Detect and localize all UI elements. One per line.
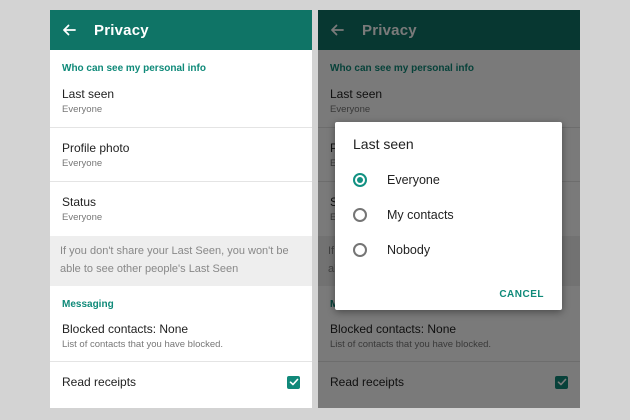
setting-row-read-receipts[interactable]: Read receipts xyxy=(50,362,312,402)
setting-label: Blocked contacts: None xyxy=(62,321,189,336)
setting-label: Profile photo xyxy=(62,140,130,155)
setting-row-blocked-contacts[interactable]: Blocked contacts: None List of contacts … xyxy=(50,310,312,362)
setting-value: Everyone xyxy=(62,212,103,223)
radio-option-everyone[interactable]: Everyone xyxy=(353,162,544,197)
radio-label: My contacts xyxy=(387,207,454,222)
page-title: Privacy xyxy=(94,21,149,39)
setting-row-last-seen[interactable]: Last seen Everyone xyxy=(50,74,312,128)
cancel-button[interactable]: CANCEL xyxy=(499,285,544,304)
read-receipts-checkbox[interactable] xyxy=(287,375,300,389)
setting-description: List of contacts that you have blocked. xyxy=(62,338,224,350)
privacy-screen-left: Privacy Who can see my personal info Las… xyxy=(50,10,312,408)
last-seen-dialog: Last seen Everyone My contacts Nobody CA… xyxy=(335,122,562,310)
radio-option-nobody[interactable]: Nobody xyxy=(353,232,544,267)
radio-button[interactable] xyxy=(353,207,367,222)
arrow-left-icon[interactable] xyxy=(62,21,80,39)
section-header-messaging: Messaging xyxy=(62,299,114,310)
privacy-screen-right: Privacy Who can see my personal info Las… xyxy=(318,10,580,408)
radio-button-selected[interactable] xyxy=(353,172,367,187)
setting-label: Last seen xyxy=(62,86,115,101)
setting-value: Everyone xyxy=(62,103,103,115)
dialog-title: Last seen xyxy=(353,136,414,152)
radio-label: Nobody xyxy=(387,242,431,257)
setting-row-status[interactable]: Status Everyone xyxy=(50,182,312,236)
last-seen-note: If you don't share your Last Seen, you w… xyxy=(50,236,312,286)
radio-button[interactable] xyxy=(353,242,367,257)
setting-value: Everyone xyxy=(62,157,103,169)
setting-label: Status xyxy=(62,195,97,209)
radio-option-my-contacts[interactable]: My contacts xyxy=(353,197,544,232)
section-header-personal-info: Who can see my personal info xyxy=(62,63,206,74)
radio-label: Everyone xyxy=(387,172,440,187)
setting-row-profile-photo[interactable]: Profile photo Everyone xyxy=(50,128,312,182)
checkmark-icon xyxy=(289,378,298,386)
app-bar: Privacy xyxy=(50,10,312,50)
setting-label: Read receipts xyxy=(62,375,137,389)
